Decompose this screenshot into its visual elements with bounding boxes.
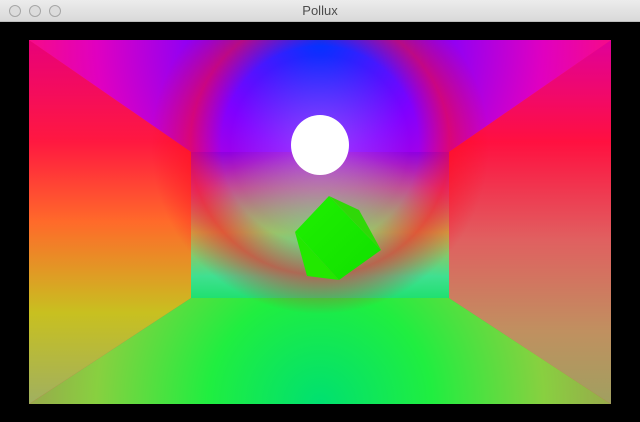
scene-svg (29, 40, 611, 404)
render-area (0, 22, 640, 422)
title-bar[interactable]: Pollux (0, 0, 640, 22)
app-window: Pollux (0, 0, 640, 422)
window-title: Pollux (302, 3, 338, 18)
scene-viewport[interactable] (29, 40, 611, 404)
sphere-light (291, 115, 349, 175)
